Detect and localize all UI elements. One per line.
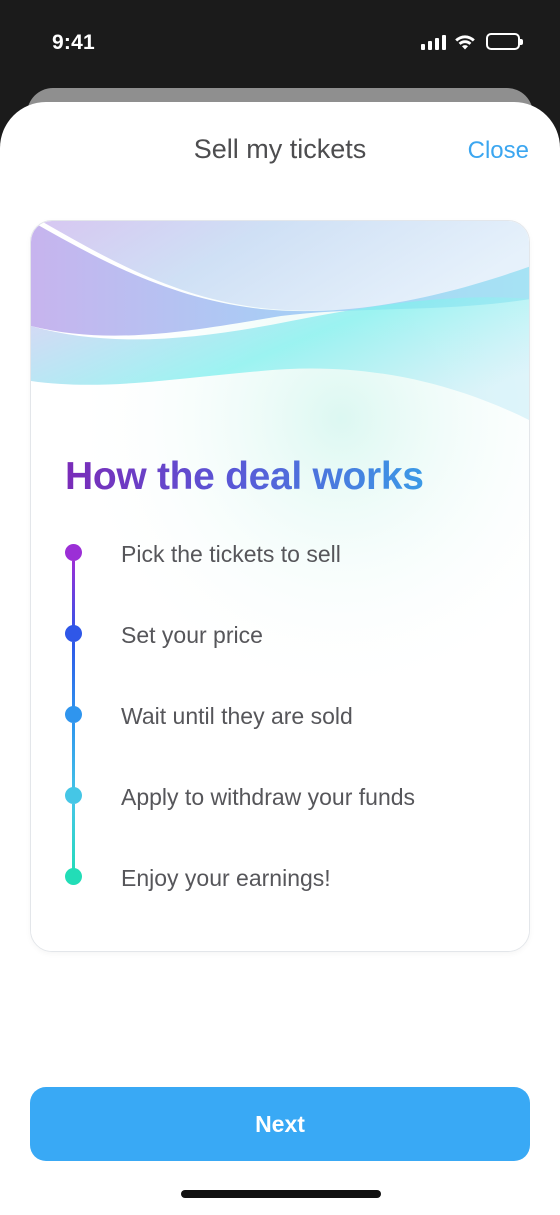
home-indicator [181, 1190, 381, 1198]
step-label-2: Set your price [121, 622, 263, 648]
step-dot-5 [65, 868, 82, 885]
step-dot-1 [65, 544, 82, 561]
battery-icon [486, 33, 523, 50]
status-time: 9:41 [52, 31, 95, 54]
next-button[interactable]: Next [30, 1087, 530, 1161]
step-label-3: Wait until they are sold [121, 703, 353, 729]
timeline-connector [72, 561, 75, 635]
phone-screen: 9:41 Sell my tickets Close How the deal … [0, 0, 560, 1215]
timeline-connector [72, 804, 75, 878]
close-button[interactable]: Close [468, 137, 529, 165]
step-dot-2 [65, 625, 82, 642]
signal-icon [421, 34, 446, 50]
status-bar: 9:41 [0, 0, 560, 90]
step-dot-4 [65, 787, 82, 804]
step-label-4: Apply to withdraw your funds [121, 784, 416, 810]
sell-tickets-sheet: Sell my tickets Close How the deal works… [0, 102, 560, 1215]
status-icons [421, 33, 523, 50]
step-label-5: Enjoy your earnings! [121, 865, 331, 891]
wifi-icon [455, 34, 475, 49]
timeline-connector [72, 723, 75, 797]
step-dot-3 [65, 706, 82, 723]
timeline-connector [72, 642, 75, 716]
step-label-1: Pick the tickets to sell [121, 541, 341, 567]
card-title: How the deal works [65, 455, 424, 498]
card-background-gradient [31, 221, 529, 951]
how-it-works-card: How the deal works Pick the tickets to s… [30, 220, 530, 952]
